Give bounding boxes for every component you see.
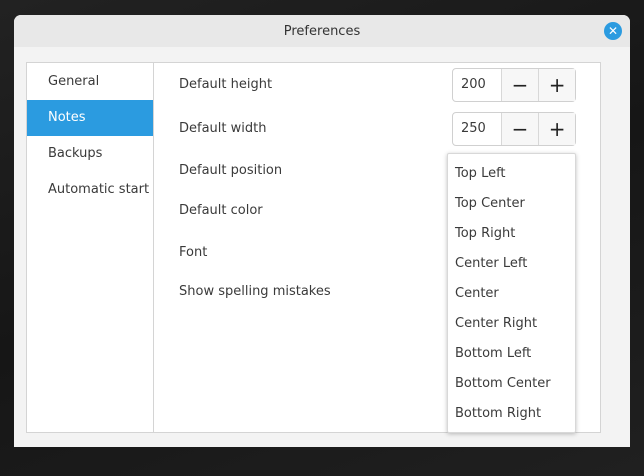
decrement-button[interactable]: − (501, 113, 539, 145)
spelling-label: Show spelling mistakes (179, 284, 331, 299)
decrement-button[interactable]: − (501, 69, 539, 101)
default-position-label: Default position (179, 163, 283, 178)
menu-item-bottom-right[interactable]: Bottom Right (448, 399, 575, 429)
increment-button[interactable]: + (538, 113, 575, 145)
sidebar-item-general[interactable]: General (27, 64, 153, 100)
menu-item-top-right[interactable]: Top Right (448, 219, 575, 249)
menu-item-top-left[interactable]: Top Left (448, 159, 575, 189)
sidebar: General Notes Backups Automatic start (27, 63, 154, 432)
default-width-spinner: 250 − + (452, 112, 576, 146)
menu-item-bottom-center[interactable]: Bottom Center (448, 369, 575, 399)
default-height-input[interactable]: 200 (453, 69, 502, 101)
default-color-label: Default color (179, 203, 263, 218)
titlebar: Preferences ✕ (14, 15, 630, 47)
font-label: Font (179, 245, 208, 260)
position-dropdown-menu: Top Left Top Center Top Right Center Lef… (447, 153, 576, 433)
menu-item-bottom-left[interactable]: Bottom Left (448, 339, 575, 369)
default-height-label: Default height (179, 77, 273, 92)
sidebar-item-backups[interactable]: Backups (27, 136, 153, 172)
sidebar-item-notes[interactable]: Notes (27, 100, 153, 136)
menu-item-center-left[interactable]: Center Left (448, 249, 575, 279)
increment-button[interactable]: + (538, 69, 575, 101)
menu-item-center-right[interactable]: Center Right (448, 309, 575, 339)
default-width-label: Default width (179, 121, 267, 136)
default-width-input[interactable]: 250 (453, 113, 502, 145)
menu-item-top-center[interactable]: Top Center (448, 189, 575, 219)
default-height-spinner: 200 − + (452, 68, 576, 102)
sidebar-item-automatic-start[interactable]: Automatic start (27, 172, 153, 208)
window-title: Preferences (283, 23, 361, 39)
close-icon[interactable]: ✕ (604, 22, 622, 40)
menu-item-center[interactable]: Center (448, 279, 575, 309)
